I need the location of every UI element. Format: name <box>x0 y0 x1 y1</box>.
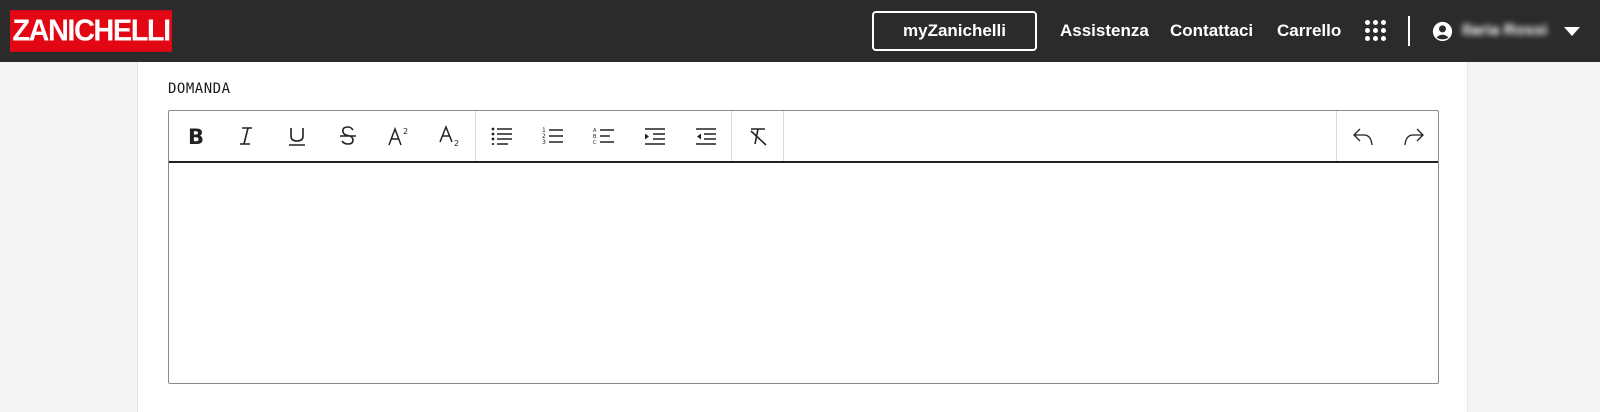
svg-text:B: B <box>188 125 204 147</box>
editor-text-area[interactable] <box>169 163 1438 383</box>
apps-grid-icon[interactable] <box>1365 20 1387 42</box>
toolbar-group-format: B 2 2 <box>169 111 476 161</box>
redo-icon[interactable] <box>1388 111 1439 161</box>
field-label-domanda: DOMANDA <box>168 81 231 97</box>
toolbar-group-clear <box>732 111 784 161</box>
strikethrough-icon[interactable] <box>322 111 373 161</box>
subscript-icon[interactable]: 2 <box>424 111 475 161</box>
clear-formatting-icon[interactable] <box>732 111 783 161</box>
nav-link-assistenza[interactable]: Assistenza <box>1060 19 1149 43</box>
user-circle-icon[interactable] <box>1432 21 1453 42</box>
zanichelli-logo[interactable]: ZANICHELLI <box>10 10 172 52</box>
undo-icon[interactable] <box>1337 111 1388 161</box>
rich-text-editor: B 2 2 123 A B C <box>168 110 1439 384</box>
svg-text:3: 3 <box>542 139 546 146</box>
toolbar-group-lists: 123 ABC <box>476 111 732 161</box>
caret-down-icon[interactable] <box>1564 27 1580 36</box>
nav-link-contattaci[interactable]: Contattaci <box>1170 19 1253 43</box>
svg-text:2: 2 <box>403 127 408 136</box>
outdent-icon[interactable] <box>680 111 731 161</box>
top-navigation-bar: ZANICHELLI myZanichelli Assistenza Conta… <box>0 0 1600 62</box>
superscript-icon[interactable]: 2 <box>373 111 424 161</box>
user-name[interactable]: Ilaria Rossi <box>1462 19 1547 43</box>
header-divider <box>1408 16 1410 46</box>
numbered-list-icon[interactable]: 123 <box>527 111 578 161</box>
underline-icon[interactable] <box>271 111 322 161</box>
svg-text:C: C <box>593 140 597 146</box>
my-zanichelli-button[interactable]: myZanichelli <box>872 11 1037 51</box>
bold-icon[interactable]: B <box>169 111 220 161</box>
editor-toolbar: B 2 2 123 A B C <box>169 111 1438 163</box>
bulleted-list-icon[interactable] <box>476 111 527 161</box>
svg-text:2: 2 <box>454 139 459 147</box>
toolbar-group-history <box>1336 111 1438 161</box>
nav-link-carrello[interactable]: Carrello <box>1277 19 1341 43</box>
lettered-list-icon[interactable]: ABC <box>578 111 629 161</box>
indent-icon[interactable] <box>629 111 680 161</box>
italic-icon[interactable] <box>220 111 271 161</box>
